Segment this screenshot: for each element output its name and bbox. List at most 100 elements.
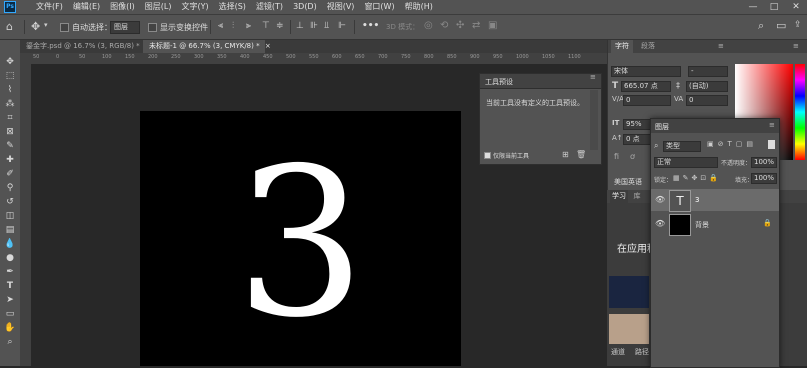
align-right-icon[interactable]: ⫸	[246, 21, 251, 31]
layer-row[interactable]: 👁 背景 🔒	[651, 213, 779, 236]
tab-channels[interactable]: 通道	[611, 347, 625, 357]
layer-filter-select[interactable]: 类型	[663, 141, 701, 152]
panel-title[interactable]: 图层	[655, 122, 669, 132]
preset-list[interactable]: 当前工具没有定义的工具预设。	[483, 90, 589, 150]
hue-slider[interactable]	[795, 64, 805, 160]
distribute-bottom-icon[interactable]: ⫫	[324, 21, 329, 31]
more-options-button[interactable]: •••	[362, 21, 379, 31]
tab-document-1[interactable]: 鎏金字.psd @ 16.7% (3, RGB/8) * ×	[20, 40, 151, 53]
close-window-button[interactable]: ✕	[787, 0, 805, 14]
tab-paths[interactable]: 路径	[635, 347, 649, 357]
auto-select-checkbox[interactable]	[60, 23, 69, 32]
layer-name[interactable]: 背景	[695, 220, 709, 230]
3d-pan-icon[interactable]: ✣	[456, 20, 464, 31]
visibility-eye-icon[interactable]: 👁	[655, 195, 665, 204]
panel-menu-icon[interactable]: ≡	[590, 73, 596, 81]
tab-paragraph[interactable]: 段落	[637, 40, 659, 53]
filter-icons[interactable]: ▣⊘T▢▤	[707, 140, 757, 148]
eyedropper-tool-icon[interactable]: ✎	[2, 140, 18, 153]
menu-help[interactable]: 帮助(H)	[400, 0, 438, 14]
search-icon[interactable]: ⌕	[758, 19, 764, 33]
trash-icon[interactable]: 🗑	[576, 150, 586, 159]
minimize-button[interactable]: —	[744, 0, 762, 14]
3d-slide-icon[interactable]: ⇄	[472, 20, 480, 31]
align-middle-icon[interactable]: ≑	[276, 21, 284, 31]
lasso-tool-icon[interactable]: ⌇	[2, 84, 18, 97]
history-brush-tool-icon[interactable]: ↺	[2, 196, 18, 209]
font-style-select[interactable]: -	[688, 66, 728, 77]
new-preset-icon[interactable]: ⊞	[562, 150, 569, 159]
align-left-icon[interactable]: ⫷	[218, 21, 223, 31]
tab-learn[interactable]: 学习	[610, 190, 628, 203]
type-tool-icon[interactable]: T	[2, 280, 18, 293]
zoom-tool-icon[interactable]: ⌕	[2, 336, 18, 349]
clone-stamp-tool-icon[interactable]: ⚲	[2, 182, 18, 195]
show-transform-checkbox[interactable]	[148, 23, 157, 32]
layer-name[interactable]: 3	[695, 196, 699, 204]
gradient-tool-icon[interactable]: ▤	[2, 224, 18, 237]
kerning-input[interactable]: 0	[623, 95, 671, 106]
chevron-down-icon[interactable]: ▾	[44, 21, 48, 29]
menu-filter[interactable]: 滤镜(T)	[251, 0, 288, 14]
panel-menu-icon[interactable]: ≡	[718, 42, 724, 50]
home-icon[interactable]: ⌂	[6, 20, 13, 33]
rectangle-tool-icon[interactable]: ▭	[2, 308, 18, 321]
tutorial-thumbnail[interactable]	[609, 314, 649, 344]
menu-layer[interactable]: 图层(L)	[140, 0, 177, 14]
canvas-text-layer[interactable]: 3	[140, 129, 461, 359]
menu-select[interactable]: 选择(S)	[214, 0, 251, 14]
marquee-tool-icon[interactable]: ⬚	[2, 70, 18, 83]
distribute-top-icon[interactable]: ⊥	[296, 21, 304, 31]
font-family-select[interactable]: 宋体	[611, 66, 681, 77]
menu-3d[interactable]: 3D(D)	[288, 0, 322, 14]
tab-character[interactable]: 字符	[611, 40, 633, 53]
brush-tool-icon[interactable]: ✐	[2, 168, 18, 181]
menu-image[interactable]: 图像(I)	[105, 0, 140, 14]
3d-roll-icon[interactable]: ⟲	[440, 20, 448, 31]
menu-window[interactable]: 窗口(W)	[359, 0, 399, 14]
align-center-icon[interactable]: ⫶	[232, 21, 234, 31]
menu-file[interactable]: 文件(F)	[22, 0, 68, 14]
leading-input[interactable]: (自动)	[686, 81, 728, 92]
eraser-tool-icon[interactable]: ◫	[2, 210, 18, 223]
share-icon[interactable]: ⇪	[794, 20, 802, 30]
blur-tool-icon[interactable]: 💧	[2, 238, 18, 251]
lock-icons[interactable]: ▦✎✥⊡🔒	[673, 174, 721, 182]
align-top-icon[interactable]: ⊤	[262, 21, 270, 31]
tab-libraries[interactable]: 库	[630, 190, 644, 203]
layer-row[interactable]: 👁 T 3	[651, 189, 779, 212]
language-select[interactable]: 美国英语	[611, 177, 649, 188]
current-tool-only-checkbox[interactable]	[484, 152, 491, 159]
path-selection-tool-icon[interactable]: ➤	[2, 294, 18, 307]
visibility-eye-icon[interactable]: 👁	[655, 219, 665, 228]
workspace-icon[interactable]: ▭	[776, 19, 786, 32]
panel-menu-icon[interactable]: ≡	[793, 42, 799, 50]
tab-document-2[interactable]: 未标题-1 @ 66.7% (3, CMYK/8) * ×	[143, 40, 271, 53]
magic-wand-tool-icon[interactable]: ⁂	[2, 98, 18, 111]
hand-tool-icon[interactable]: ✋	[2, 322, 18, 335]
panel-menu-icon[interactable]: ≡	[769, 121, 775, 129]
menu-type[interactable]: 文字(Y)	[176, 0, 213, 14]
oldstyle-icon[interactable]: ơ	[630, 152, 635, 161]
fill-input[interactable]: 100%	[751, 173, 777, 184]
frame-tool-icon[interactable]: ⊠	[2, 126, 18, 139]
distribute-hcenter-icon[interactable]: ⊩	[338, 21, 346, 31]
pen-tool-icon[interactable]: ✒	[2, 266, 18, 279]
crop-tool-icon[interactable]: ⌗	[2, 112, 18, 125]
close-icon[interactable]: ×	[265, 42, 271, 50]
panel-title[interactable]: 工具预设	[485, 77, 513, 87]
dodge-tool-icon[interactable]: ●	[2, 252, 18, 265]
3d-orbit-icon[interactable]: ◎	[424, 20, 433, 31]
document-canvas[interactable]: 3	[140, 111, 461, 366]
healing-brush-tool-icon[interactable]: ✚	[2, 154, 18, 167]
scrollbar[interactable]	[590, 90, 598, 150]
tracking-input[interactable]: 0	[686, 95, 728, 106]
blend-mode-select[interactable]: 正常	[654, 157, 718, 168]
opacity-input[interactable]: 100%	[751, 157, 777, 168]
distribute-vcenter-icon[interactable]: ⊪	[310, 21, 318, 31]
auto-select-target-select[interactable]: 图层	[110, 21, 140, 34]
ligature-icon[interactable]: fi	[614, 152, 619, 161]
menu-edit[interactable]: 编辑(E)	[68, 0, 105, 14]
move-tool-icon[interactable]: ✥	[2, 56, 18, 69]
font-size-input[interactable]: 665.07 点	[621, 81, 671, 92]
